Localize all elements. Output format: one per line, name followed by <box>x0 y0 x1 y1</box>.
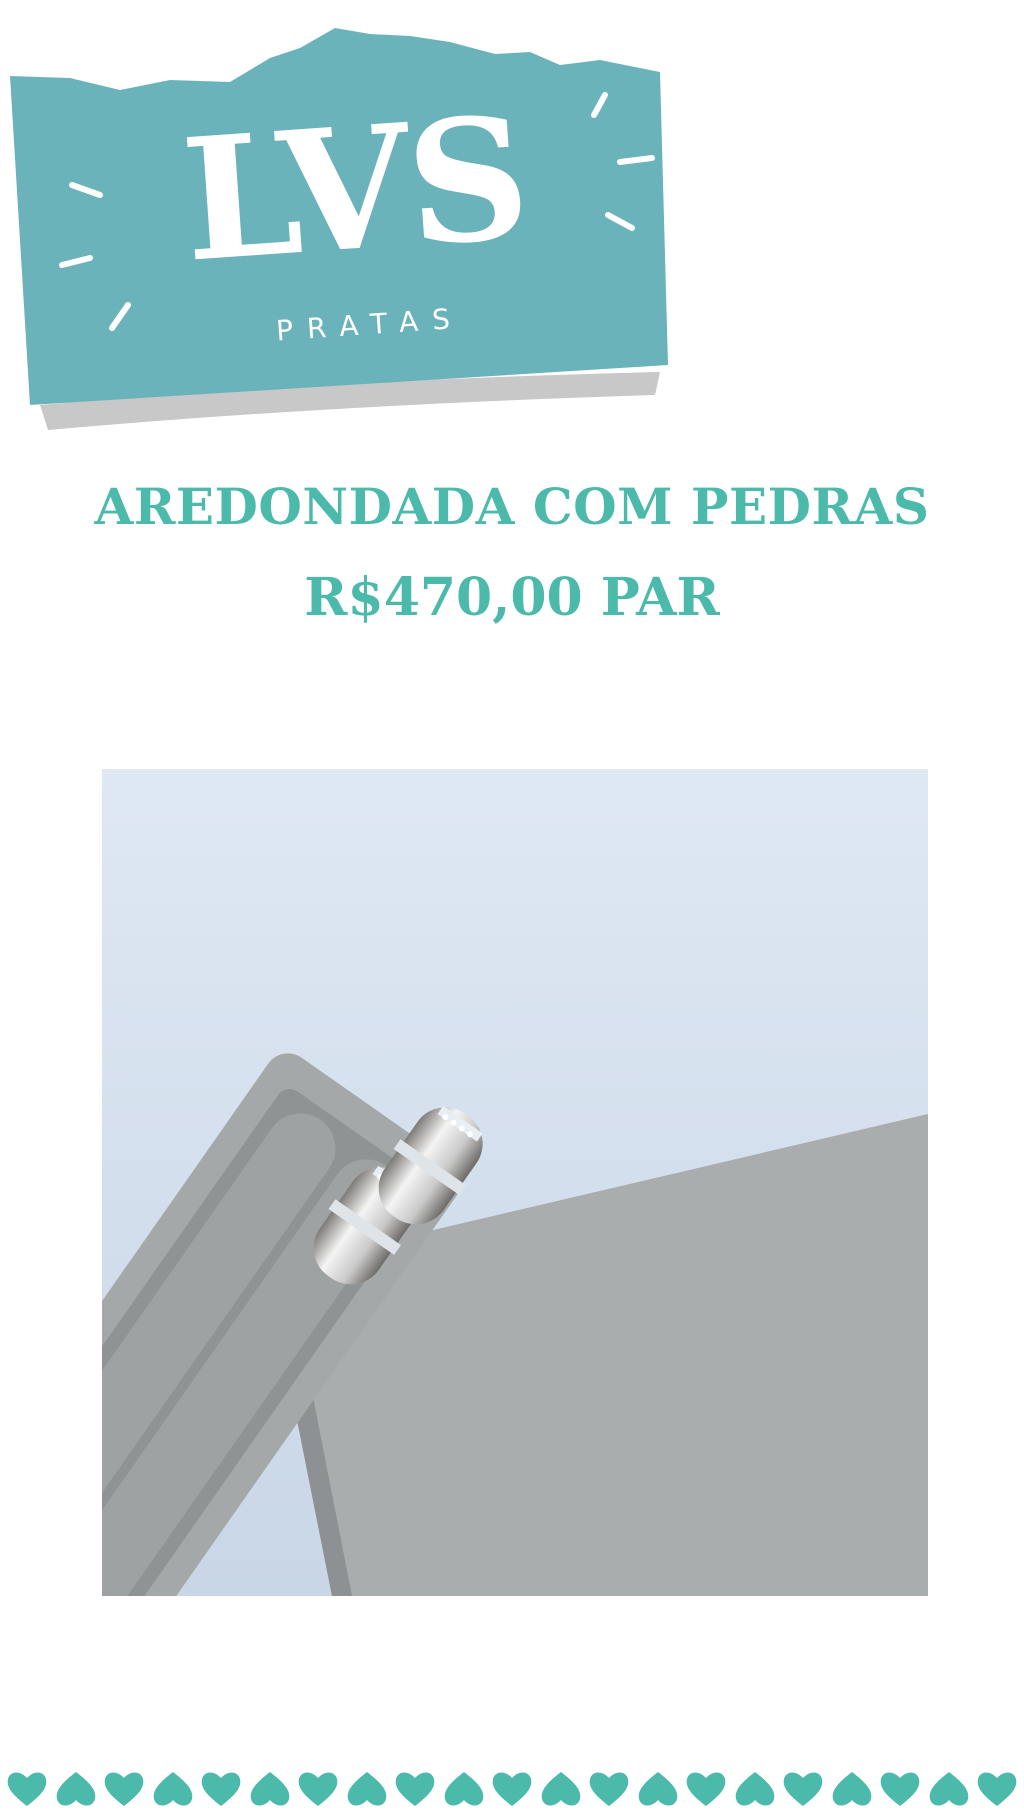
heart-icon <box>104 1772 144 1806</box>
brand-logo: LVS PRATAS <box>0 10 700 430</box>
heart-icon <box>492 1772 532 1806</box>
heart-icon <box>977 1772 1017 1806</box>
heart-icon <box>56 1772 95 1806</box>
heart-icon <box>541 1772 580 1806</box>
heart-icon <box>929 1772 968 1806</box>
heart-icon <box>201 1772 241 1806</box>
heart-icon <box>783 1772 823 1806</box>
heart-icon <box>298 1772 338 1806</box>
heart-icon <box>880 1772 920 1806</box>
heart-icon <box>832 1772 871 1806</box>
heart-icon <box>686 1772 726 1806</box>
heart-icon <box>153 1772 192 1806</box>
product-title: AREDONDADA COM PEDRAS <box>94 477 930 536</box>
heart-icon <box>735 1772 774 1806</box>
hearts-border <box>0 1768 1024 1820</box>
heart-icon <box>638 1772 677 1806</box>
heart-icon <box>347 1772 386 1806</box>
logo-brand-text: LVS <box>176 78 534 300</box>
heart-icon <box>395 1772 435 1806</box>
rings-photo-illustration <box>102 769 928 1596</box>
product-photo <box>102 769 928 1596</box>
heart-icon <box>7 1772 47 1806</box>
heart-icon <box>250 1772 289 1806</box>
heart-icon <box>589 1772 629 1806</box>
heart-icon <box>444 1772 483 1806</box>
product-price: R$470,00 PAR <box>304 567 720 628</box>
